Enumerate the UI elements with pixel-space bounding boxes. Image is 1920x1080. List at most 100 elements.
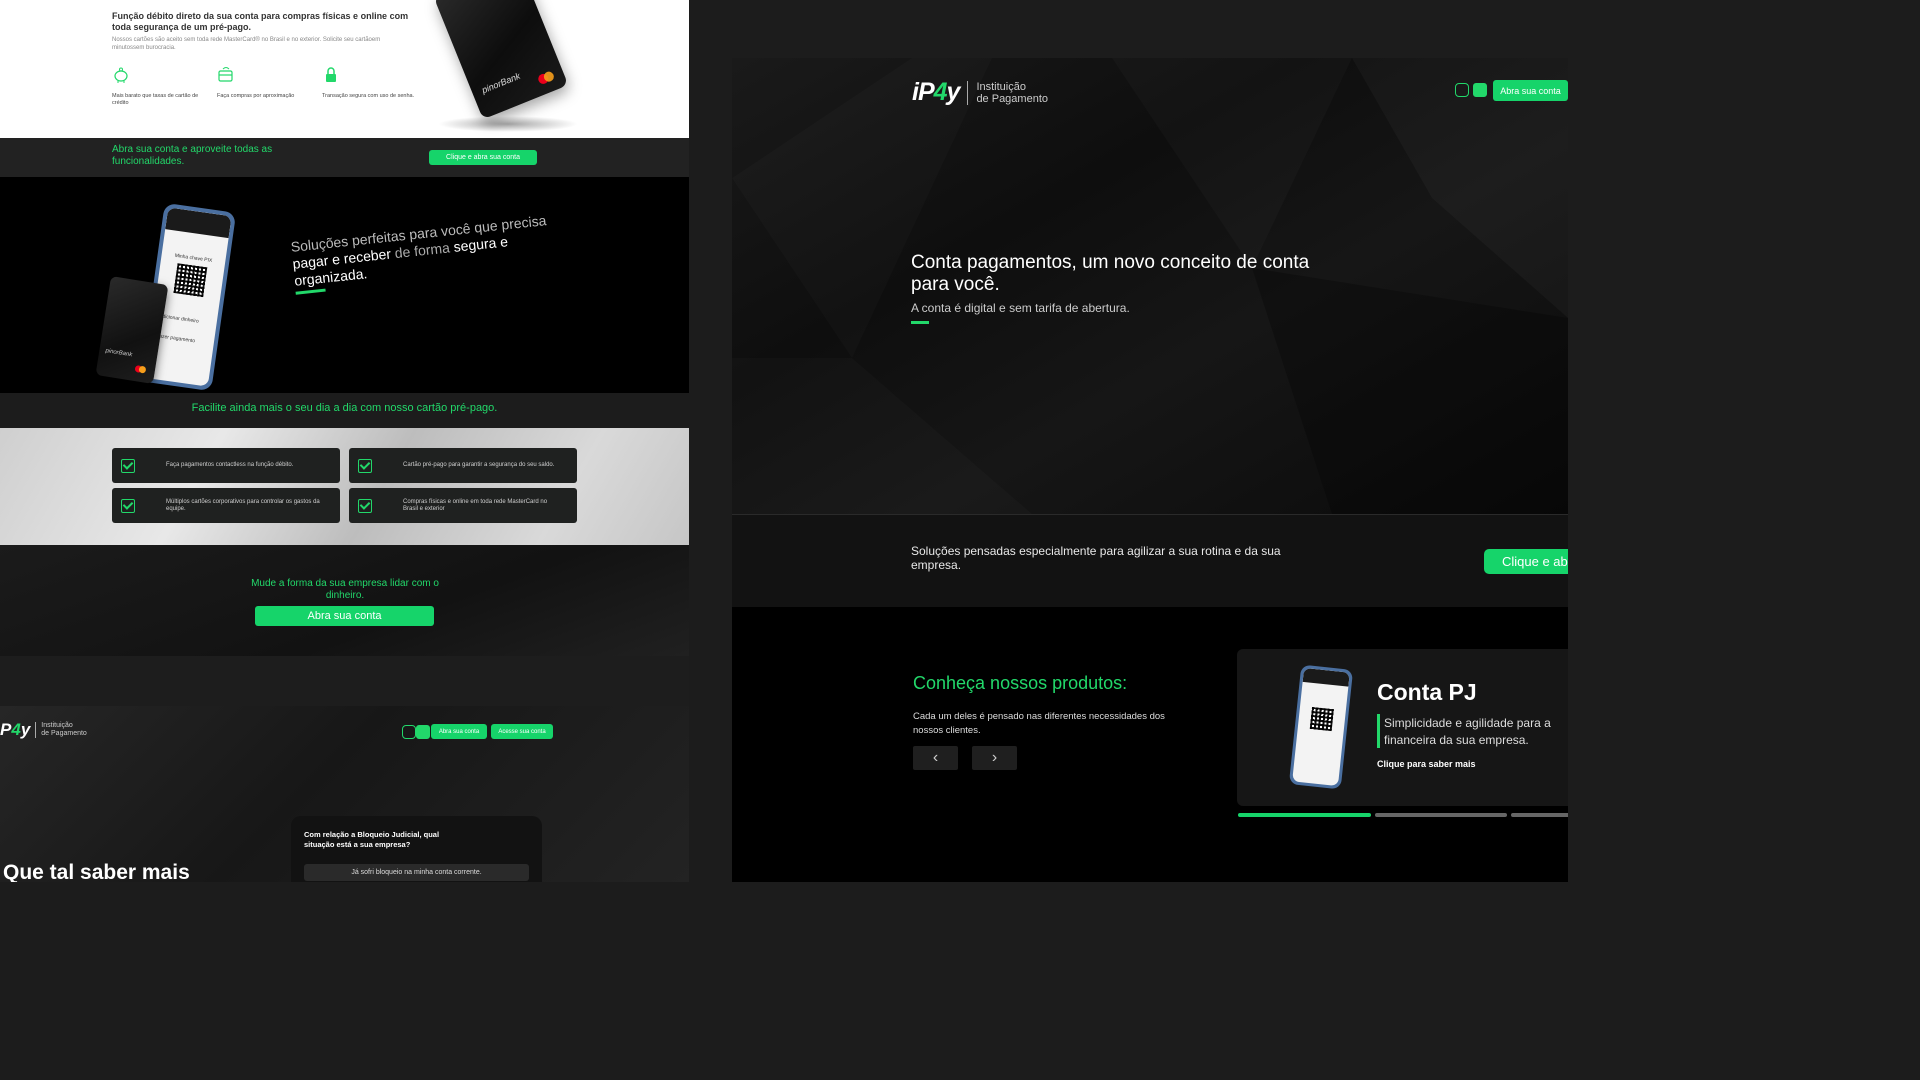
mude-text: Mude a forma da sua empresa lidar com o … bbox=[251, 578, 439, 601]
open-account-button[interactable]: Abra sua conta bbox=[431, 724, 487, 739]
main-hero: iP4y Instituição de Pagamento Abra sua co… bbox=[732, 58, 1568, 514]
logo-text: Instituição de Pagamento bbox=[41, 722, 87, 738]
linkedin-icon[interactable] bbox=[1473, 83, 1487, 97]
piggy-bank-icon bbox=[114, 67, 128, 83]
phone-header bbox=[165, 207, 232, 239]
right-page-preview: iP4y Instituição de Pagamento Abra sua co… bbox=[732, 58, 1568, 882]
add-money-label: Adicionar dinheiro bbox=[158, 313, 200, 325]
products-desc: Cada um deles é pensado nas diferentes n… bbox=[913, 711, 1165, 736]
phone-screen bbox=[1292, 667, 1350, 787]
facilite-text: Facilite ainda mais o seu dia a dia com … bbox=[191, 402, 498, 414]
feature-item: Transação segura com uso de senha. bbox=[322, 66, 422, 100]
products-section: Conheça nossos produtos: Cada um deles é… bbox=[732, 607, 1568, 882]
phone-frame bbox=[1288, 664, 1354, 790]
section-gap bbox=[0, 656, 689, 706]
lock-icon bbox=[326, 67, 336, 82]
carousel-prev-button[interactable]: ‹ bbox=[913, 746, 958, 770]
carousel-indicator[interactable] bbox=[1375, 813, 1507, 817]
products-title: Conheça nossos produtos: bbox=[913, 673, 1128, 693]
hero-subtitle: A conta é digital e sem tarifa de abertu… bbox=[911, 301, 1130, 315]
pay-label: Fazer pagamento bbox=[155, 332, 196, 345]
feature-box: Faça pagamentos contactless na função dé… bbox=[112, 448, 340, 483]
open-account-button[interactable]: Abra sua conta bbox=[1493, 80, 1568, 101]
solutions-bar: Soluções pensadas especialmente para agi… bbox=[732, 514, 1568, 608]
feature-item: Faça compras por aproximação bbox=[217, 66, 317, 100]
logo-divider bbox=[967, 80, 969, 105]
qr-code-image bbox=[173, 263, 208, 298]
quiz-question: Com relação a Bloqueio Judicial, qual si… bbox=[304, 830, 440, 849]
carousel-indicator[interactable] bbox=[1511, 813, 1568, 817]
instagram-icon[interactable] bbox=[402, 725, 416, 739]
cta-bar-text: Abra sua conta e aproveite todas as func… bbox=[112, 144, 273, 167]
feature-box: Compras físicas e online em toda rede Ma… bbox=[349, 488, 577, 523]
logo: iP4y Instituição de Pagamento bbox=[912, 78, 1048, 107]
solutions-text: Soluções pensadas especialmente para agi… bbox=[911, 544, 1281, 572]
check-icon bbox=[358, 459, 372, 473]
prepaid-card-image: pinorBank bbox=[433, 0, 569, 120]
carousel-indicator-active[interactable] bbox=[1238, 813, 1371, 817]
bottom-heading: Que tal saber mais bbox=[3, 861, 190, 882]
logo-mark: iP4y bbox=[912, 78, 960, 106]
card-info-section: Função débito direto da sua conta para c… bbox=[0, 0, 689, 138]
feature-item: Mais barato que taxas de cartão de crédi… bbox=[112, 66, 212, 107]
logo-text-line2: de Pagamento bbox=[41, 730, 87, 737]
feature-box-text: Cartão pré-pago para garantir a seguranç… bbox=[403, 462, 555, 468]
feature-label: Transação segura com uso de senha. bbox=[322, 93, 415, 99]
left-page-preview: Função débito direto da sua conta para c… bbox=[0, 0, 689, 882]
feature-box-text: Compras físicas e online em toda rede Ma… bbox=[403, 498, 548, 512]
check-icon bbox=[121, 459, 135, 473]
logo-divider bbox=[35, 722, 37, 738]
solutions-hero: Minha chave PIX Adicionar dinheiro Fazer… bbox=[0, 177, 689, 393]
mastercard-logo-orange bbox=[138, 365, 147, 374]
card-section-subtext: Nossos cartões são aceito sem toda rede … bbox=[112, 37, 381, 51]
feature-box: Cartão pré-pago para garantir a seguranç… bbox=[349, 448, 577, 483]
check-icon bbox=[121, 499, 135, 513]
card-brand: pinorBank bbox=[104, 348, 133, 359]
logo: P4y Instituição de Pagamento bbox=[0, 720, 87, 740]
hero-title: Conta pagamentos, um novo conceito de co… bbox=[911, 252, 1310, 295]
product-card[interactable]: Conta PJ Simplicidade e agilidade para a… bbox=[1237, 649, 1568, 806]
hero-underline bbox=[911, 321, 929, 324]
logo-text-line1: Instituição bbox=[976, 80, 1026, 93]
open-account-button[interactable]: Clique e abra sua conta bbox=[429, 150, 537, 165]
card-contactless-icon bbox=[218, 67, 233, 82]
hero-underline bbox=[295, 288, 326, 295]
card-brand: pinorBank bbox=[480, 70, 522, 96]
chevron-left-icon: ‹ bbox=[932, 749, 939, 766]
instagram-icon[interactable] bbox=[1455, 83, 1469, 97]
product-card-accent bbox=[1377, 714, 1380, 748]
logo-text: Instituição de Pagamento bbox=[976, 81, 1048, 105]
carousel-next-button[interactable]: › bbox=[972, 746, 1017, 770]
logo-text-line1: Instituição bbox=[41, 722, 73, 729]
features-grid: Faça pagamentos contactless na função dé… bbox=[0, 428, 689, 545]
quiz-card: Com relação a Bloqueio Judicial, qual si… bbox=[291, 816, 542, 882]
cta-bar: Abra sua conta e aproveite todas as func… bbox=[0, 138, 689, 177]
phone-header bbox=[1302, 667, 1350, 687]
feature-label: Faça compras por aproximação bbox=[217, 93, 295, 99]
facilite-bar: Facilite ainda mais o seu dia a dia com … bbox=[0, 393, 689, 428]
open-account-button[interactable]: Abra sua conta bbox=[255, 606, 434, 626]
qr-code-image bbox=[1309, 706, 1334, 732]
product-card-link[interactable]: Clique para saber mais bbox=[1377, 759, 1476, 769]
card-shadow bbox=[438, 116, 578, 132]
logo-mark: P4y bbox=[0, 720, 31, 739]
open-account-button[interactable]: Clique e ab bbox=[1484, 549, 1568, 574]
card-section-heading: Função débito direto da sua conta para c… bbox=[112, 11, 409, 32]
product-card-desc: Simplicidade e agilidade para a financei… bbox=[1384, 716, 1551, 747]
logo-text-line2: de Pagamento bbox=[976, 92, 1048, 105]
feature-box-text: Faça pagamentos contactless na função dé… bbox=[166, 462, 294, 468]
quiz-option[interactable]: Já sofri bloqueio na minha conta corrent… bbox=[304, 864, 529, 881]
access-account-button[interactable]: Acesse sua conta bbox=[491, 724, 553, 739]
hero-tagline: Soluções perfeitas para você que precisa… bbox=[290, 208, 594, 295]
linkedin-icon[interactable] bbox=[416, 725, 430, 739]
feature-label: Mais barato que taxas de cartão de crédi… bbox=[112, 93, 199, 106]
column-gap bbox=[689, 0, 732, 882]
quiz-section: P4y Instituição de Pagamento Abra sua con… bbox=[0, 706, 689, 882]
pix-label: Minha chave PIX bbox=[174, 252, 213, 264]
check-icon bbox=[358, 499, 372, 513]
product-card-title: Conta PJ bbox=[1377, 679, 1477, 705]
feature-box: Múltiplos cartões corporativos para cont… bbox=[112, 488, 340, 523]
mude-section: Mude a forma da sua empresa lidar com o … bbox=[0, 545, 689, 656]
feature-box-text: Múltiplos cartões corporativos para cont… bbox=[166, 498, 320, 512]
chevron-right-icon: › bbox=[991, 749, 998, 766]
